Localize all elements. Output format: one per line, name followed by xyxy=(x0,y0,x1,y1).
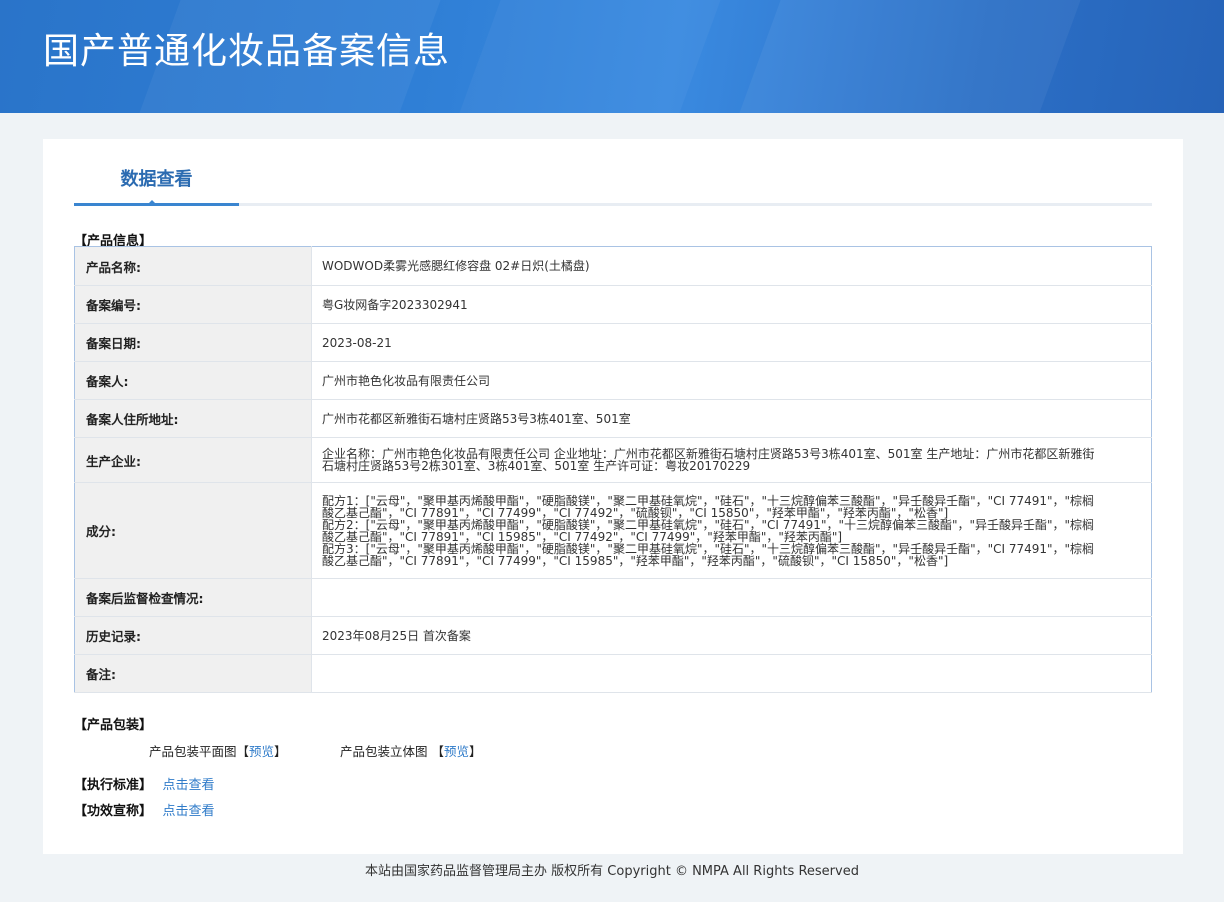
packaging-title: 【产品包装】 xyxy=(74,718,153,733)
row-value: 2023-08-21 xyxy=(311,323,1152,362)
row-label: 备注: xyxy=(74,654,312,693)
header-decoration xyxy=(459,0,721,113)
efficacy-view-link[interactable]: 点击查看 xyxy=(163,804,215,819)
tab-label: 数据查看 xyxy=(120,169,193,190)
bracket-open: 【 xyxy=(236,744,250,759)
table-row: 备案人住所地址: 广州市花都区新雅街石塘村庄贤路53号3栋401室、501室 xyxy=(74,399,1152,438)
row-label: 成分: xyxy=(74,482,312,579)
row-label: 备案日期: xyxy=(74,323,312,362)
standard-title: 【执行标准】 xyxy=(74,778,153,793)
tab-data-view[interactable]: 数据查看 xyxy=(74,139,239,206)
row-label: 备案人住所地址: xyxy=(74,399,312,438)
row-value: 企业名称：广州市艳色化妆品有限责任公司 企业地址：广州市花都区新雅街石塘村庄贤路… xyxy=(311,437,1152,483)
standard-view-link[interactable]: 点击查看 xyxy=(163,778,215,793)
package-stereo-label: 产品包装立体图 xyxy=(340,744,428,759)
product-info-table: 产品名称: WODWOD柔雾光感腮红修容盘 02#日炽(土橘盘) 备案编号: 粤… xyxy=(74,246,1152,693)
header-decoration xyxy=(739,0,1081,113)
bracket-open: 【 xyxy=(431,744,445,759)
table-row: 备注: xyxy=(74,654,1152,693)
page-header: 国产普通化妆品备案信息 xyxy=(0,0,1224,113)
row-label: 备案人: xyxy=(74,361,312,400)
row-label: 历史记录: xyxy=(74,616,312,655)
row-label: 备案后监督检查情况: xyxy=(74,578,312,617)
package-stereo-preview-link[interactable]: 预览 xyxy=(444,744,469,759)
row-value xyxy=(311,578,1152,617)
table-row: 成分: 配方1：["云母"，"聚甲基丙烯酸甲酯"，"硬脂酸镁"，"聚二甲基硅氧烷… xyxy=(74,482,1152,579)
bracket-close: 】 xyxy=(469,744,482,759)
bracket-close: 】 xyxy=(274,744,287,759)
row-value: 2023年08月25日 首次备案 xyxy=(311,616,1152,655)
table-row: 备案后监督检查情况: xyxy=(74,578,1152,617)
package-flat-preview-link[interactable]: 预览 xyxy=(249,744,274,759)
package-stereo-item: 产品包装立体图 【预览】 xyxy=(340,741,482,760)
efficacy-title: 【功效宣称】 xyxy=(74,804,153,819)
tab-active-caret-icon xyxy=(146,200,158,206)
row-value: 广州市花都区新雅街石塘村庄贤路53号3栋401室、501室 xyxy=(311,399,1152,438)
row-value xyxy=(311,654,1152,693)
row-value: WODWOD柔雾光感腮红修容盘 02#日炽(土橘盘) xyxy=(311,246,1152,286)
table-row: 生产企业: 企业名称：广州市艳色化妆品有限责任公司 企业地址：广州市花都区新雅街… xyxy=(74,437,1152,483)
page-title: 国产普通化妆品备案信息 xyxy=(43,31,451,72)
row-label: 生产企业: xyxy=(74,437,312,483)
tab-bar: 数据查看 xyxy=(74,139,1152,206)
table-row: 备案编号: 粤G妆网备字2023302941 xyxy=(74,285,1152,324)
row-label: 产品名称: xyxy=(74,246,312,286)
page-footer: 本站由国家药品监督管理局主办 版权所有 Copyright © NMPA All… xyxy=(365,864,859,879)
row-value: 粤G妆网备字2023302941 xyxy=(311,285,1152,324)
efficacy-row: 【功效宣称】 点击查看 xyxy=(74,800,215,819)
row-value: 配方1：["云母"，"聚甲基丙烯酸甲酯"，"硬脂酸镁"，"聚二甲基硅氧烷"，"硅… xyxy=(311,482,1152,579)
package-flat-item: 产品包装平面图【预览】 xyxy=(149,741,287,760)
table-row: 备案日期: 2023-08-21 xyxy=(74,323,1152,362)
package-flat-label: 产品包装平面图 xyxy=(149,744,237,759)
table-row: 备案人: 广州市艳色化妆品有限责任公司 xyxy=(74,361,1152,400)
content-card: 数据查看 【产品信息】 产品名称: WODWOD柔雾光感腮红修容盘 02#日炽(… xyxy=(43,139,1183,854)
standard-row: 【执行标准】 点击查看 xyxy=(74,774,215,793)
row-value: 广州市艳色化妆品有限责任公司 xyxy=(311,361,1152,400)
table-row: 产品名称: WODWOD柔雾光感腮红修容盘 02#日炽(土橘盘) xyxy=(74,246,1152,286)
row-label: 备案编号: xyxy=(74,285,312,324)
table-row: 历史记录: 2023年08月25日 首次备案 xyxy=(74,616,1152,655)
